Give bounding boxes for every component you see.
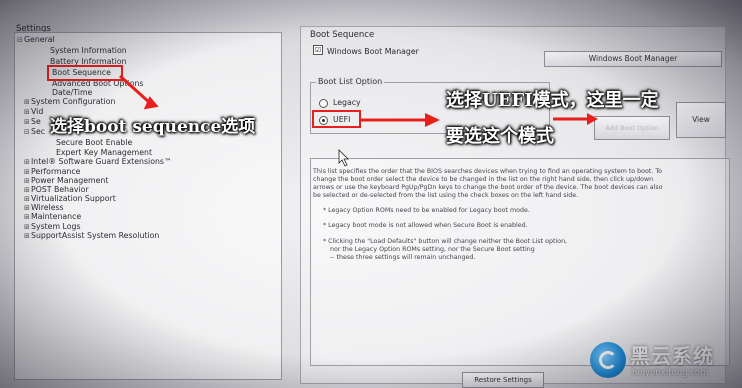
left-arrow-annotation (118, 74, 159, 110)
right-callout-text-line1: 选择UEFI模式，这里一定 (446, 90, 659, 111)
small-arrow-annotation (553, 113, 598, 125)
watermark: 黑云系统 heiyunxitong.com (590, 338, 732, 384)
left-callout-text: 选择boot sequence选项 (50, 117, 256, 137)
watermark-logo-icon (590, 342, 626, 378)
watermark-url: heiyunxitong.com (632, 368, 709, 378)
uefi-highlight-box (312, 110, 361, 128)
right-callout-text-line2: 要选这个模式 (446, 126, 554, 147)
right-arrow-annotation (360, 113, 440, 127)
boot-sequence-highlight-box (47, 65, 123, 81)
overlay-graphics (118, 74, 598, 167)
watermark-title: 黑云系统 (630, 344, 714, 368)
bios-screen: Settings ⊟General System Information Bat… (0, 0, 742, 388)
mouse-cursor-icon (338, 149, 349, 167)
